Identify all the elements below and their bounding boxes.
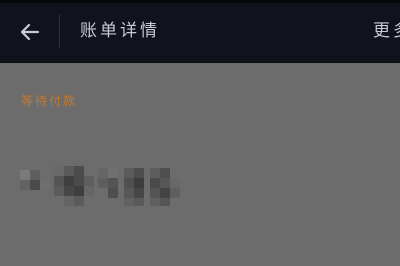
status-strip xyxy=(0,0,400,3)
back-button[interactable] xyxy=(12,14,48,50)
more-button[interactable]: 更多 xyxy=(373,20,400,42)
amount-censored-mosaic xyxy=(20,164,180,210)
payment-status: 等待付款 xyxy=(21,94,78,108)
top-nav-bar: 账单详情 更多 xyxy=(0,0,400,63)
arrow-left-icon xyxy=(18,20,42,44)
page-title: 账单详情 xyxy=(80,21,160,41)
bill-detail-screen: 账单详情 更多 等待付款 xyxy=(0,0,400,266)
header-divider xyxy=(59,14,60,48)
